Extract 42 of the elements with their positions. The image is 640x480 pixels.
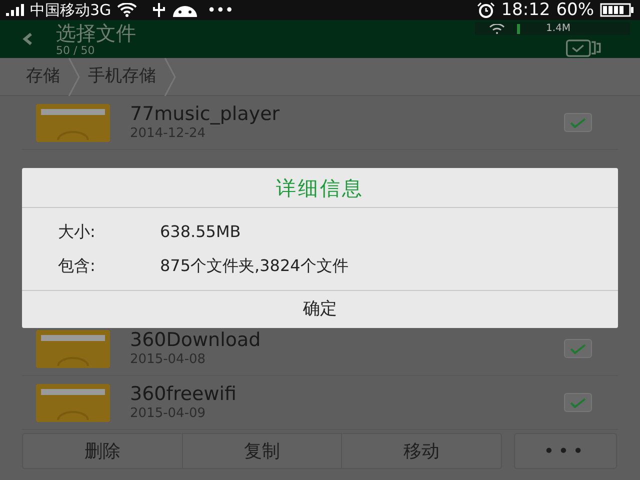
breadcrumb-item[interactable]: 存储 bbox=[18, 64, 68, 90]
wifi-icon bbox=[117, 3, 138, 17]
file-name: 360freewifi bbox=[130, 385, 238, 404]
detail-value: 875个文件夹,3824个文件 bbox=[160, 255, 348, 277]
ok-button[interactable]: 确定 bbox=[22, 290, 618, 328]
folder-icon bbox=[36, 384, 110, 422]
breadcrumb-item[interactable]: 手机存储 bbox=[80, 64, 164, 90]
screen-title: 选择文件 bbox=[56, 22, 136, 42]
alarm-icon bbox=[477, 2, 496, 18]
back-icon[interactable] bbox=[22, 33, 34, 45]
check-icon bbox=[570, 118, 586, 128]
battery-icon bbox=[600, 3, 634, 17]
action-button[interactable]: 复制 bbox=[182, 434, 342, 468]
signal-bar-icon bbox=[517, 24, 520, 34]
network-speed: 1.4M bbox=[546, 24, 571, 34]
carrier-name: 中国移动3G bbox=[30, 2, 112, 18]
checkbox[interactable] bbox=[564, 393, 592, 412]
chevron-icon bbox=[164, 58, 176, 96]
signal-icon bbox=[6, 4, 24, 16]
detail-value: 638.55MB bbox=[160, 221, 241, 243]
check-icon bbox=[570, 344, 586, 354]
more-button[interactable]: ••• bbox=[514, 433, 617, 469]
folder-icon bbox=[36, 104, 110, 142]
usb-icon bbox=[153, 3, 166, 17]
dialog-title: 详细信息 bbox=[22, 168, 618, 208]
wifi-icon bbox=[489, 24, 505, 34]
notification-dots: ••• bbox=[207, 2, 234, 18]
action-button[interactable]: 删除 bbox=[23, 434, 182, 468]
battery-percent: 60% bbox=[556, 2, 594, 18]
detail-label: 大小: bbox=[58, 221, 96, 243]
clock: 18:12 bbox=[501, 2, 550, 18]
checkbox[interactable] bbox=[564, 113, 592, 132]
file-name: 360Download bbox=[130, 331, 262, 350]
check-icon bbox=[570, 398, 586, 408]
checkbox[interactable] bbox=[564, 339, 592, 358]
selection-count: 50 / 50 bbox=[56, 44, 96, 56]
chevron-icon bbox=[68, 58, 80, 96]
action-button[interactable]: 移动 bbox=[341, 434, 502, 468]
folder-icon bbox=[36, 330, 110, 368]
detail-label: 包含: bbox=[58, 255, 96, 277]
android-icon bbox=[171, 4, 200, 16]
file-name: 77music_player bbox=[130, 105, 281, 124]
